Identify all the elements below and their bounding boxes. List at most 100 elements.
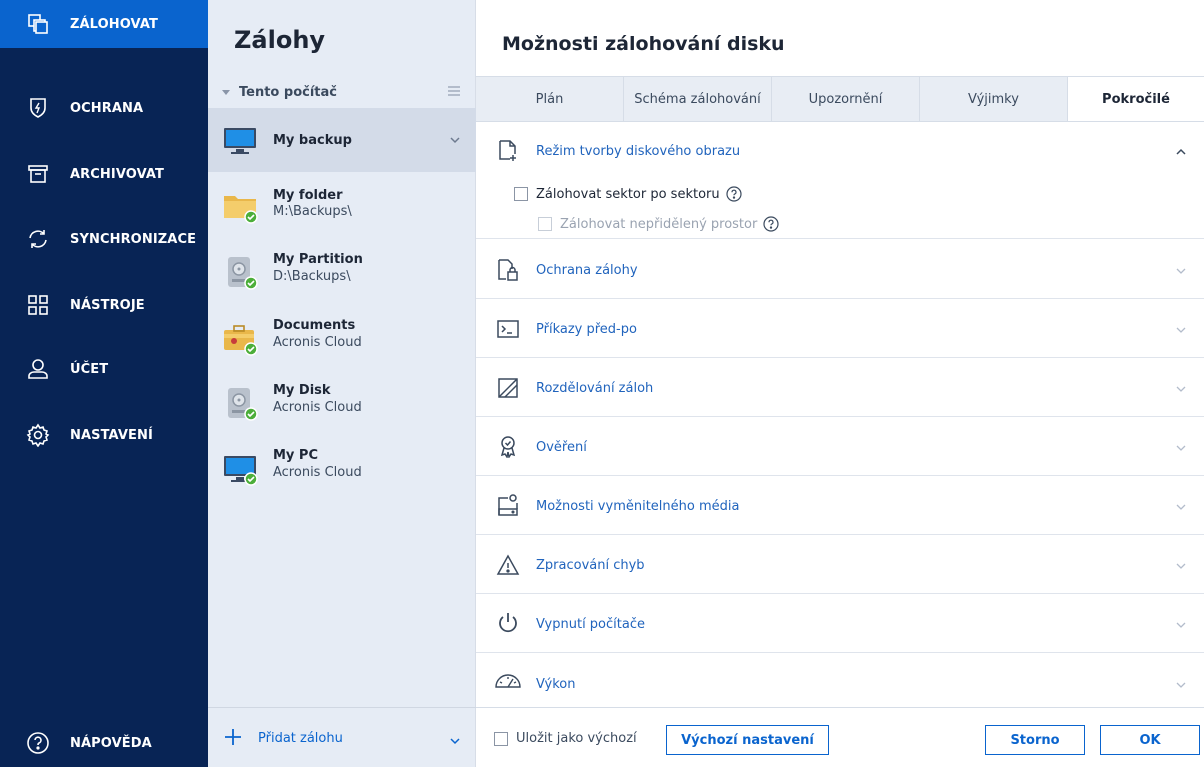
list-item-my-backup[interactable]: My backup bbox=[208, 108, 476, 172]
section-label: Možnosti vyměnitelného média bbox=[536, 499, 740, 514]
item-location: D:\Backups\ bbox=[273, 269, 351, 284]
chevron-down-icon[interactable] bbox=[450, 735, 460, 745]
list-item-my-pc[interactable]: My PC Acronis Cloud bbox=[208, 436, 476, 500]
section-validation[interactable]: Ověření bbox=[476, 417, 1204, 476]
section-label: Vypnutí počítače bbox=[536, 617, 645, 632]
chevron-down-icon bbox=[1176, 265, 1186, 275]
save-as-default-option[interactable]: Uložit jako výchozí bbox=[494, 731, 637, 746]
section-performance[interactable]: Výkon bbox=[476, 653, 1204, 707]
performance-icon bbox=[494, 670, 522, 694]
ok-button[interactable]: OK bbox=[1100, 725, 1200, 755]
menu-icon[interactable] bbox=[448, 86, 460, 96]
sector-by-sector-option[interactable]: Zálohovat sektor po sektoru bbox=[514, 186, 742, 202]
sector-by-sector-label: Zálohovat sektor po sektoru bbox=[536, 186, 720, 202]
nav-label: OCHRANA bbox=[70, 100, 144, 116]
section-computer-shutdown[interactable]: Vypnutí počítače bbox=[476, 594, 1204, 653]
nav-item-account[interactable]: ÚČET bbox=[0, 345, 208, 393]
chevron-down-icon bbox=[1176, 619, 1186, 629]
group-this-computer[interactable]: Tento počítač bbox=[208, 78, 476, 108]
item-name: Documents bbox=[273, 318, 356, 333]
list-item-my-disk[interactable]: My Disk Acronis Cloud bbox=[208, 371, 476, 435]
warning-icon bbox=[496, 553, 520, 577]
item-location: Acronis Cloud bbox=[273, 400, 362, 415]
shield-icon bbox=[26, 96, 50, 120]
nav-label: NASTAVENÍ bbox=[70, 427, 153, 443]
help-icon[interactable] bbox=[726, 186, 742, 202]
chevron-up-icon[interactable] bbox=[1176, 146, 1186, 156]
monitor-icon bbox=[222, 450, 258, 486]
nav-label: ARCHIVOVAT bbox=[70, 166, 164, 182]
section-backup-splitting[interactable]: Rozdělování záloh bbox=[476, 358, 1204, 417]
section-removable-media[interactable]: Možnosti vyměnitelného média bbox=[476, 476, 1204, 535]
section-backup-protection[interactable]: Ochrana zálohy bbox=[476, 240, 1204, 299]
chevron-down-icon bbox=[1176, 560, 1186, 570]
add-backup-bar[interactable]: Přidat zálohu bbox=[208, 707, 476, 767]
nav-item-sync[interactable]: SYNCHRONIZACE bbox=[0, 215, 208, 263]
chevron-down-icon bbox=[1176, 501, 1186, 511]
list-item-my-partition[interactable]: My Partition D:\Backups\ bbox=[208, 240, 476, 304]
nav-label: NÁPOVĚDA bbox=[70, 735, 152, 751]
chevron-down-icon bbox=[1176, 679, 1186, 689]
help-icon[interactable] bbox=[763, 216, 779, 232]
item-name: My backup bbox=[273, 133, 352, 148]
item-location: M:\Backups\ bbox=[273, 204, 352, 219]
section-error-handling[interactable]: Zpracování chyb bbox=[476, 535, 1204, 594]
tab-advanced[interactable]: Pokročilé bbox=[1068, 77, 1204, 121]
options-tabs: Plán Schéma zálohování Upozornění Výjimk… bbox=[476, 76, 1204, 122]
removable-media-icon bbox=[496, 493, 520, 517]
chevron-down-icon[interactable] bbox=[450, 134, 460, 144]
disk-image-icon bbox=[496, 139, 520, 163]
item-name: My PC bbox=[273, 448, 319, 463]
backup-list-panel: Zálohy Tento počítač My backup My folder… bbox=[208, 0, 476, 767]
nav-item-tools[interactable]: NÁSTROJE bbox=[0, 281, 208, 329]
chevron-down-icon bbox=[1176, 324, 1186, 334]
section-pre-post-commands[interactable]: Příkazy před-po bbox=[476, 299, 1204, 358]
nav-label: ZÁLOHOVAT bbox=[70, 16, 158, 32]
main-nav: ZÁLOHOVAT OCHRANA ARCHIVOVAT SYNCHRONIZA… bbox=[0, 0, 208, 767]
backup-icon bbox=[26, 12, 50, 36]
section-label: Zpracování chyb bbox=[536, 558, 645, 573]
split-icon bbox=[496, 376, 520, 400]
save-as-default-checkbox[interactable] bbox=[494, 731, 508, 746]
nav-label: SYNCHRONIZACE bbox=[70, 231, 197, 247]
add-backup-button[interactable]: Přidat zálohu bbox=[258, 731, 343, 746]
caret-down-icon bbox=[222, 90, 230, 95]
chevron-down-icon bbox=[1176, 383, 1186, 393]
section-label: Příkazy před-po bbox=[536, 322, 637, 337]
item-name: My Disk bbox=[273, 383, 331, 398]
list-item-my-folder[interactable]: My folder M:\Backups\ bbox=[208, 174, 476, 238]
documents-icon bbox=[222, 320, 258, 356]
group-label: Tento počítač bbox=[239, 85, 337, 100]
nav-item-settings[interactable]: NASTAVENÍ bbox=[0, 411, 208, 459]
nav-item-backup[interactable]: ZÁLOHOVAT bbox=[0, 0, 208, 48]
section-label: Ověření bbox=[536, 440, 587, 455]
save-as-default-label: Uložit jako výchozí bbox=[516, 731, 637, 746]
monitor-icon bbox=[222, 122, 258, 158]
item-location: Acronis Cloud bbox=[273, 465, 362, 480]
unallocated-space-checkbox bbox=[538, 217, 552, 231]
disk-icon bbox=[222, 385, 258, 421]
account-icon bbox=[26, 357, 50, 381]
section-label[interactable]: Režim tvorby diskového obrazu bbox=[536, 144, 740, 159]
archive-icon bbox=[26, 162, 50, 186]
nav-item-archive[interactable]: ARCHIVOVAT bbox=[0, 150, 208, 198]
list-item-documents[interactable]: Documents Acronis Cloud bbox=[208, 306, 476, 370]
partition-icon bbox=[222, 254, 258, 290]
section-label: Ochrana zálohy bbox=[536, 263, 638, 278]
nav-item-help[interactable]: NÁPOVĚDA bbox=[0, 719, 208, 767]
nav-item-protection[interactable]: OCHRANA bbox=[0, 84, 208, 132]
nav-label: NÁSTROJE bbox=[70, 297, 145, 313]
tab-scheme[interactable]: Schéma zálohování bbox=[624, 77, 772, 121]
nav-label: ÚČET bbox=[70, 361, 109, 377]
plus-icon[interactable] bbox=[224, 728, 242, 746]
tab-notifications[interactable]: Upozornění bbox=[772, 77, 920, 121]
list-title: Zálohy bbox=[234, 26, 326, 54]
sector-by-sector-checkbox[interactable] bbox=[514, 187, 528, 201]
tab-schedule[interactable]: Plán bbox=[476, 77, 624, 121]
item-name: My Partition bbox=[273, 252, 363, 267]
chevron-down-icon bbox=[1176, 442, 1186, 452]
default-settings-button[interactable]: Výchozí nastavení bbox=[666, 725, 829, 755]
cancel-button[interactable]: Storno bbox=[985, 725, 1085, 755]
tab-exclusions[interactable]: Výjimky bbox=[920, 77, 1068, 121]
sync-icon bbox=[26, 227, 50, 251]
